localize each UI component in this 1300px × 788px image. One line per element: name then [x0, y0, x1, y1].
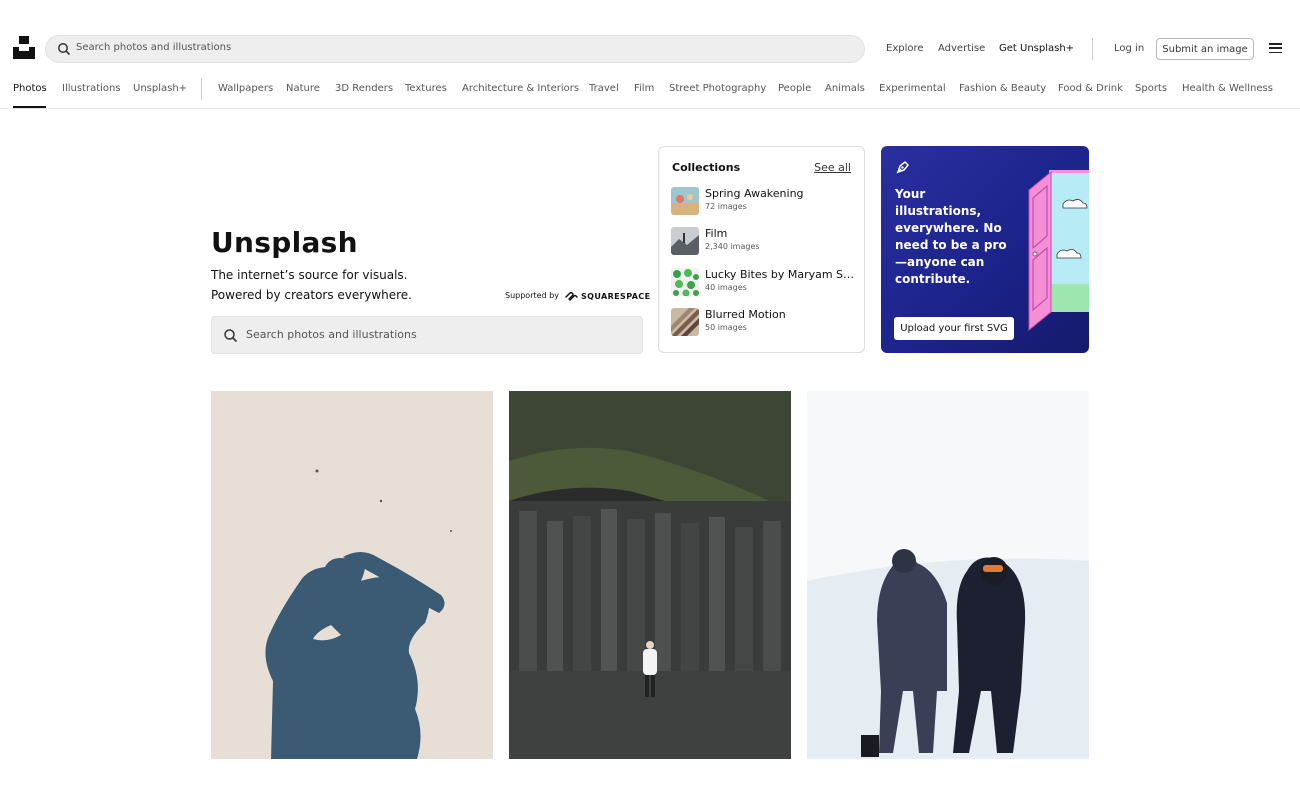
snow-photo-image [807, 391, 1089, 759]
collection-count: 50 images [705, 323, 747, 332]
category-health-wellness[interactable]: Health & Wellness [1182, 83, 1273, 94]
door-illustration [1028, 170, 1089, 332]
squarespace-wordmark: SQUARESPACE [581, 291, 651, 301]
category-people[interactable]: People [778, 83, 811, 94]
supported-by-label: Supported by [505, 291, 559, 300]
see-all-link[interactable]: See all [814, 161, 851, 174]
collections-card: Collections See all Spring Awakening 72 … [658, 146, 865, 353]
collection-item[interactable]: Blurred Motion 50 images [671, 308, 856, 336]
collection-name: Lucky Bites by Maryam Sic... [705, 268, 855, 281]
category-travel[interactable]: Travel [589, 83, 619, 94]
category-fashion-beauty[interactable]: Fashion & Beauty [959, 83, 1046, 94]
hero-tagline-2: Powered by creators everywhere. [211, 288, 412, 302]
advertise-link[interactable]: Advertise [938, 43, 985, 54]
submit-image-button[interactable]: Submit an image [1156, 38, 1254, 60]
category-3d-renders[interactable]: 3D Renders [335, 83, 393, 94]
search-icon [58, 43, 71, 56]
active-tab-indicator [13, 106, 46, 108]
hero-tagline-1: The internet’s source for visuals. [211, 268, 408, 282]
collection-item[interactable]: Spring Awakening 72 images [671, 187, 856, 215]
promo-card: Your illustrations, everywhere. No need … [881, 146, 1089, 353]
category-animals[interactable]: Animals [825, 83, 865, 94]
nav-divider [201, 78, 202, 100]
header-search-placeholder: Search photos and illustrations [76, 42, 232, 53]
category-wallpapers[interactable]: Wallpapers [218, 83, 273, 94]
collection-item[interactable]: Lucky Bites by Maryam Sic... 40 images [671, 268, 856, 296]
collection-name: Spring Awakening [705, 187, 804, 200]
photo-snow-hikers[interactable] [807, 391, 1089, 759]
collection-count: 2,340 images [705, 242, 760, 251]
squarespace-logo[interactable]: SQUARESPACE [565, 291, 650, 301]
category-sports[interactable]: Sports [1135, 83, 1167, 94]
category-film[interactable]: Film [634, 83, 654, 94]
collections-title: Collections [672, 161, 741, 174]
basalt-photo-image [509, 391, 791, 759]
tab-unsplash-plus[interactable]: Unsplash+ [133, 83, 187, 94]
promo-text: Your illustrations, everywhere. No need … [895, 187, 1007, 286]
collection-thumbnail [671, 227, 699, 255]
collection-thumbnail [671, 187, 699, 215]
tab-photos[interactable]: Photos [13, 83, 47, 94]
top-header: Search photos and illustrations Explore … [0, 0, 1300, 109]
shadow-photo-image [211, 391, 493, 759]
photo-basalt-columns[interactable] [509, 391, 791, 759]
squarespace-icon [565, 291, 578, 301]
collection-thumbnail [671, 268, 699, 296]
category-nature[interactable]: Nature [286, 83, 320, 94]
category-textures[interactable]: Textures [405, 83, 447, 94]
tab-illustrations[interactable]: Illustrations [62, 83, 121, 94]
search-icon [224, 329, 238, 343]
hero-search-placeholder: Search photos and illustrations [246, 328, 417, 341]
header-search-input[interactable]: Search photos and illustrations [45, 35, 865, 63]
unsplash-logo-icon[interactable] [13, 36, 35, 59]
collection-item[interactable]: Film 2,340 images [671, 227, 856, 255]
menu-icon[interactable] [1269, 43, 1282, 54]
login-link[interactable]: Log in [1114, 43, 1144, 54]
hero-title: Unsplash [211, 226, 358, 259]
pen-tool-icon [896, 161, 909, 174]
collection-count: 40 images [705, 283, 747, 292]
get-unsplash-plus-link[interactable]: Get Unsplash+ [999, 43, 1074, 54]
header-divider [1092, 38, 1093, 60]
explore-link[interactable]: Explore [886, 43, 924, 54]
photo-shadow-selfie[interactable] [211, 391, 493, 759]
collection-thumbnail [671, 308, 699, 336]
category-architecture-interiors[interactable]: Architecture & Interiors [462, 83, 579, 94]
upload-svg-button[interactable]: Upload your first SVG [894, 317, 1014, 340]
collection-name: Blurred Motion [705, 308, 786, 321]
category-food-drink[interactable]: Food & Drink [1058, 83, 1123, 94]
collection-name: Film [705, 227, 728, 240]
category-experimental[interactable]: Experimental [879, 83, 946, 94]
collection-count: 72 images [705, 202, 747, 211]
hero-search-input[interactable]: Search photos and illustrations [211, 316, 643, 354]
category-street-photography[interactable]: Street Photography [669, 83, 766, 94]
